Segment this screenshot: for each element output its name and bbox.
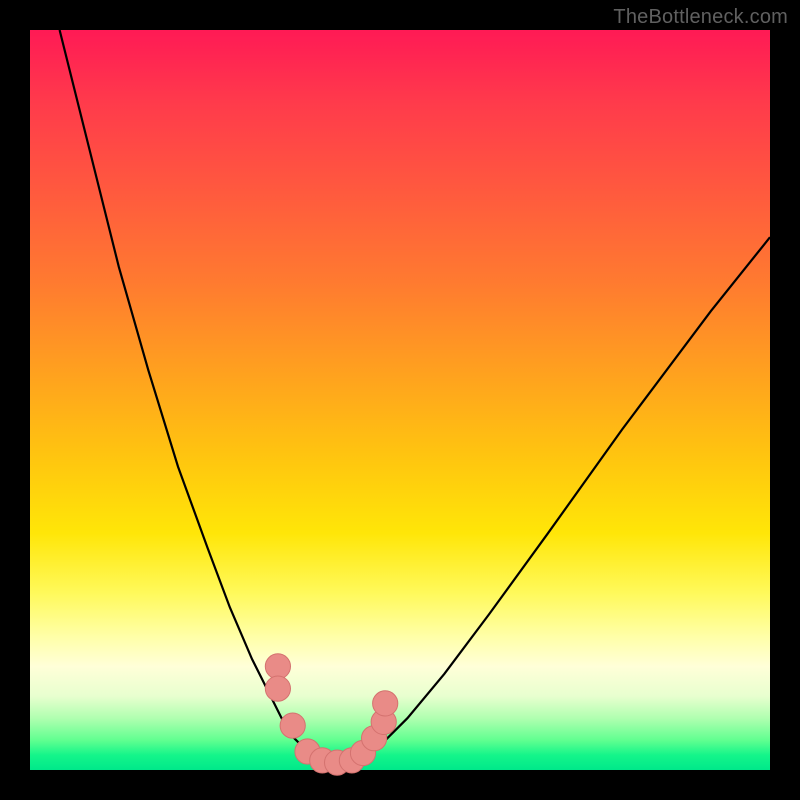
left-curve — [60, 30, 334, 770]
marker-dot — [280, 713, 305, 738]
marker-dot — [265, 676, 290, 701]
right-curve — [333, 237, 770, 770]
watermark-text: TheBottleneck.com — [613, 6, 788, 29]
curve-overlay — [30, 30, 770, 770]
marker-dot — [373, 691, 398, 716]
bottom-marker-cluster — [265, 654, 398, 775]
outer-frame: TheBottleneck.com — [0, 0, 800, 800]
marker-dot — [265, 654, 290, 679]
